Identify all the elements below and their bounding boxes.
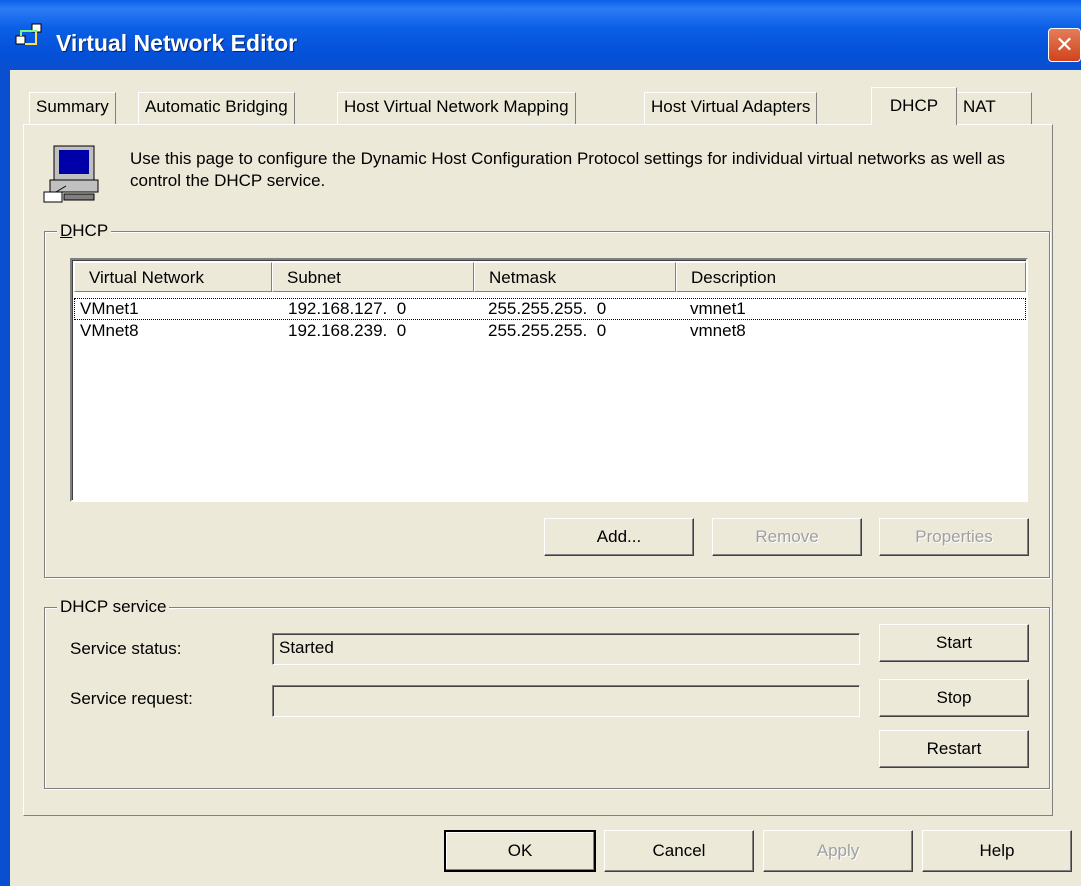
tab-dhcp[interactable]: DHCP bbox=[871, 87, 957, 125]
apply-button-label: Apply bbox=[816, 841, 860, 860]
restart-button[interactable]: Restart bbox=[879, 730, 1029, 768]
add-button-label: Add... bbox=[596, 527, 642, 546]
cancel-button-label: Cancel bbox=[652, 841, 706, 860]
network-icon bbox=[15, 23, 42, 45]
cell-network: VMnet1 bbox=[80, 299, 139, 318]
dhcp-legend-rest: HCP bbox=[72, 221, 109, 240]
tab-nat[interactable]: NAT bbox=[956, 92, 1032, 124]
network-computer-icon bbox=[43, 145, 99, 203]
tab-host-virtual-network-mapping[interactable]: Host Virtual Network Mapping bbox=[337, 92, 576, 124]
ok-button-label: OK bbox=[507, 841, 533, 860]
table-row[interactable]: VMnet1 192.168.127. 0 255.255.255. 0 vmn… bbox=[74, 298, 1026, 320]
title-bar: Virtual Network Editor ✕ bbox=[0, 0, 1081, 70]
help-button-label: Help bbox=[979, 841, 1015, 860]
service-status-field: Started bbox=[272, 633, 860, 665]
dhcp-service-legend: DHCP service bbox=[57, 597, 170, 617]
restart-button-label: Restart bbox=[926, 739, 982, 758]
column-description[interactable]: Description bbox=[676, 262, 1026, 292]
cell-description: vmnet8 bbox=[690, 321, 746, 340]
tab-summary[interactable]: Summary bbox=[29, 92, 116, 124]
cell-subnet: 192.168.127. 0 bbox=[288, 299, 407, 318]
properties-button-label: Properties bbox=[915, 527, 993, 546]
dhcp-network-list[interactable]: Virtual Network Subnet Netmask Descripti… bbox=[70, 258, 1028, 502]
dhcp-groupbox-legend: DHCP bbox=[57, 221, 112, 241]
cell-description: vmnet1 bbox=[690, 299, 746, 318]
window-title: Virtual Network Editor bbox=[56, 30, 298, 56]
table-row[interactable]: VMnet8 192.168.239. 0 255.255.255. 0 vmn… bbox=[74, 320, 1026, 342]
cell-netmask: 255.255.255. 0 bbox=[488, 299, 607, 318]
service-status-label: Service status: bbox=[70, 639, 182, 658]
stop-button[interactable]: Stop bbox=[879, 679, 1029, 717]
list-header: Virtual Network Subnet Netmask Descripti… bbox=[74, 262, 1026, 292]
column-subnet[interactable]: Subnet bbox=[272, 262, 474, 292]
column-virtual-network[interactable]: Virtual Network bbox=[74, 262, 272, 292]
column-netmask[interactable]: Netmask bbox=[474, 262, 676, 292]
add-button[interactable]: Add... bbox=[544, 518, 694, 556]
start-button[interactable]: Start bbox=[879, 624, 1029, 662]
cancel-button[interactable]: Cancel bbox=[604, 830, 754, 872]
tab-host-virtual-adapters[interactable]: Host Virtual Adapters bbox=[644, 92, 818, 124]
help-button[interactable]: Help bbox=[922, 830, 1072, 872]
remove-button-label: Remove bbox=[755, 527, 819, 546]
cell-network: VMnet8 bbox=[80, 321, 139, 340]
close-icon[interactable]: ✕ bbox=[1048, 28, 1081, 62]
service-request-field bbox=[272, 685, 860, 717]
ok-button[interactable]: OK bbox=[444, 830, 596, 872]
intro-text: Use this page to configure the Dynamic H… bbox=[130, 149, 1005, 190]
window-frame-left bbox=[0, 70, 10, 886]
tab-automatic-bridging[interactable]: Automatic Bridging bbox=[138, 92, 295, 124]
stop-button-label: Stop bbox=[936, 688, 972, 707]
remove-button[interactable]: Remove bbox=[712, 518, 862, 556]
cell-subnet: 192.168.239. 0 bbox=[288, 321, 407, 340]
cell-netmask: 255.255.255. 0 bbox=[488, 321, 607, 340]
apply-button[interactable]: Apply bbox=[763, 830, 913, 872]
properties-button[interactable]: Properties bbox=[879, 518, 1029, 556]
dhcp-legend-mnemonic: D bbox=[60, 221, 73, 240]
start-button-label: Start bbox=[936, 633, 972, 652]
service-request-label: Service request: bbox=[70, 689, 193, 708]
